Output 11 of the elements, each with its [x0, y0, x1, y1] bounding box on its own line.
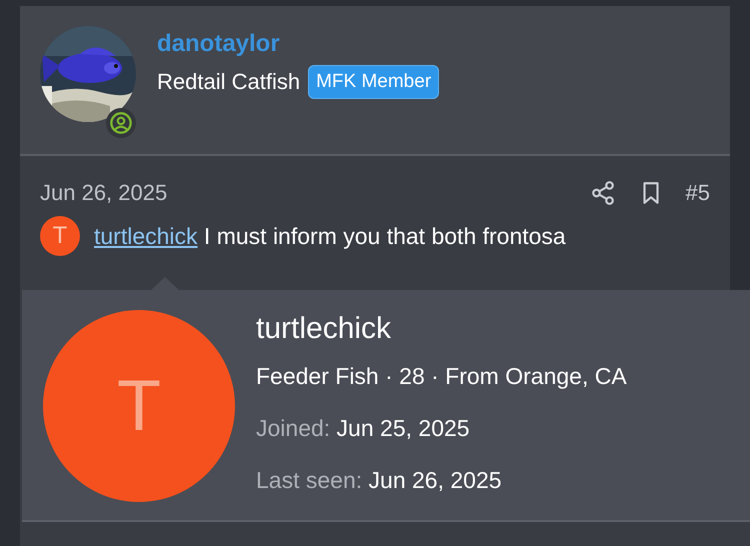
post-text: turtlechick I must inform you that both frontosa [94, 222, 566, 250]
member-info: Feeder Fish · 28 · From Orange, CA [256, 363, 627, 390]
member-stat: Last seen: Jun 26, 2025 [256, 467, 503, 494]
mention-link[interactable]: turtlechick [94, 222, 198, 248]
post-date[interactable]: Jun 26, 2025 [40, 180, 168, 206]
member-name-link[interactable]: turtlechick [256, 312, 627, 346]
share-icon[interactable] [590, 180, 616, 206]
post-number-link[interactable]: #5 [686, 180, 710, 206]
user-title: Redtail Catfish [157, 69, 300, 95]
member-badge: MFK Member [308, 65, 440, 99]
member-stat: Joined: Jun 25, 2025 [256, 415, 471, 442]
